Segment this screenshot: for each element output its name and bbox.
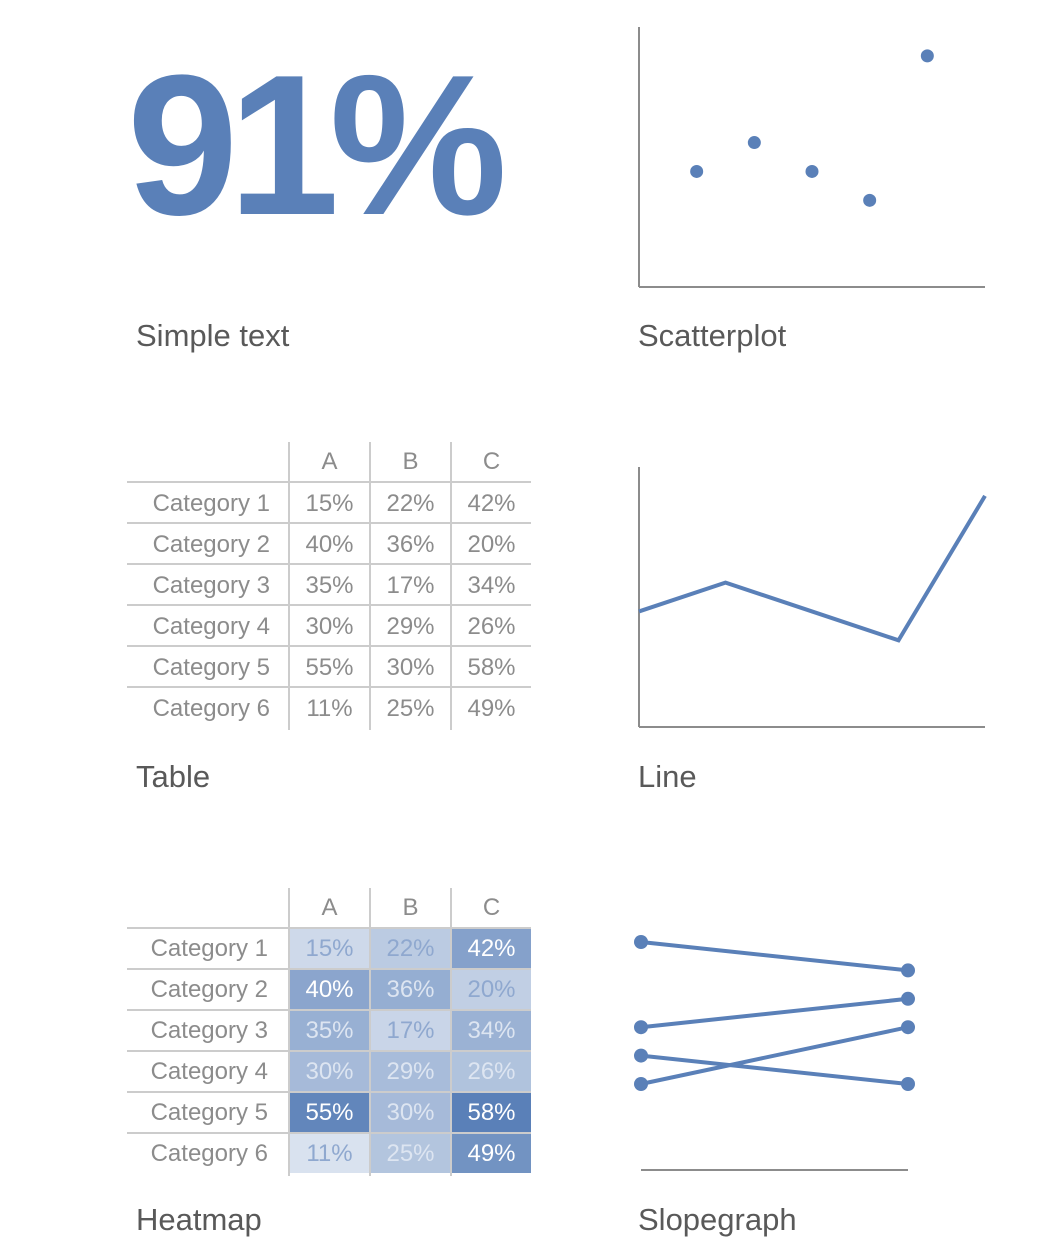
table-header-b: B bbox=[402, 448, 418, 475]
line-series bbox=[638, 494, 987, 643]
table-row-label: Category 4 bbox=[153, 613, 270, 640]
heatmap-value: 40% bbox=[305, 976, 353, 1003]
heatmap-header-c: C bbox=[483, 894, 500, 921]
table-cell: 55% bbox=[305, 654, 353, 681]
table-cell: 40% bbox=[305, 531, 353, 558]
table-cell: 35% bbox=[305, 572, 353, 599]
table-row-label: Category 3 bbox=[153, 572, 270, 599]
table-row-label: Category 5 bbox=[153, 654, 270, 681]
slope-point-right-1 bbox=[901, 963, 915, 978]
slope-point-left-3 bbox=[634, 1048, 648, 1063]
heatmap-value: 29% bbox=[386, 1058, 434, 1085]
table-cell: 42% bbox=[467, 490, 515, 517]
heatmap-value: 49% bbox=[467, 1140, 515, 1167]
heatmap-row-label: Category 4 bbox=[151, 1058, 268, 1085]
table-header-c: C bbox=[483, 448, 500, 475]
slopegraph-chart bbox=[634, 935, 915, 1171]
table-chart: A B C Category 1 15% 22% 42% Category 2 40% 36% 20… bbox=[127, 442, 531, 730]
caption-heatmap: Heatmap bbox=[136, 1202, 262, 1237]
table-header-a: A bbox=[321, 448, 337, 475]
caption-scatterplot: Scatterplot bbox=[638, 318, 787, 353]
slope-line-4 bbox=[640, 1025, 909, 1086]
heatmap-row-label: Category 5 bbox=[151, 1099, 268, 1126]
table-cell: 34% bbox=[467, 572, 515, 599]
slope-line-3 bbox=[640, 1053, 909, 1086]
scatter-point-4 bbox=[863, 193, 877, 207]
table-cell: 30% bbox=[305, 613, 353, 640]
table-cell: 22% bbox=[386, 490, 434, 517]
heatmap-header-a: A bbox=[321, 894, 337, 921]
heatmap-value: 58% bbox=[467, 1099, 515, 1126]
table-cell: 30% bbox=[386, 654, 434, 681]
table-cell: 29% bbox=[386, 613, 434, 640]
caption-line: Line bbox=[638, 759, 697, 794]
big-number: 91% bbox=[127, 34, 507, 257]
heatmap-value: 30% bbox=[305, 1058, 353, 1085]
table-row-label: Category 2 bbox=[153, 531, 270, 558]
slope-point-left-2 bbox=[634, 1020, 648, 1035]
slope-line-1 bbox=[640, 940, 909, 973]
caption-table: Table bbox=[136, 759, 211, 794]
table-cell: 20% bbox=[467, 531, 515, 558]
scatter-point-1 bbox=[690, 164, 704, 178]
scatter-point-5 bbox=[920, 49, 934, 63]
heatmap-value: 30% bbox=[386, 1099, 434, 1126]
heatmap-row-label: Category 6 bbox=[151, 1140, 268, 1167]
scatter-point-3 bbox=[805, 164, 819, 178]
scatterplot-chart bbox=[638, 27, 985, 288]
caption-slopegraph: Slopegraph bbox=[638, 1202, 797, 1237]
heatmap-value: 17% bbox=[386, 1017, 434, 1044]
heatmap-value: 35% bbox=[305, 1017, 353, 1044]
table-cell: 11% bbox=[306, 695, 352, 722]
heatmap-header-b: B bbox=[402, 894, 418, 921]
slope-point-right-2 bbox=[901, 991, 915, 1006]
slope-point-left-1 bbox=[634, 935, 648, 949]
heatmap-value: 20% bbox=[467, 976, 515, 1003]
table-cell: 15% bbox=[305, 490, 353, 517]
heatmap-value: 25% bbox=[386, 1140, 434, 1167]
slope-point-right-3 bbox=[901, 1077, 915, 1091]
slope-point-left-4 bbox=[634, 1077, 648, 1091]
slope-line-2 bbox=[640, 996, 909, 1030]
heatmap-value: 26% bbox=[467, 1058, 515, 1085]
heatmap-value: 34% bbox=[467, 1017, 515, 1044]
heatmap-value: 36% bbox=[386, 976, 434, 1003]
table-cell: 17% bbox=[386, 572, 434, 599]
heatmap-value: 15% bbox=[305, 935, 353, 962]
heatmap-row-label: Category 2 bbox=[151, 976, 268, 1003]
table-cell: 36% bbox=[386, 531, 434, 558]
table-cell: 26% bbox=[467, 613, 515, 640]
table-cell: 49% bbox=[467, 695, 515, 722]
heatmap-value: 42% bbox=[467, 935, 515, 962]
heatmap-row-label: Category 3 bbox=[151, 1017, 268, 1044]
heatmap-row-label: Category 1 bbox=[151, 935, 268, 962]
scatter-point-2 bbox=[747, 136, 761, 150]
table-cell: 25% bbox=[386, 695, 434, 722]
heatmap-value: 22% bbox=[386, 935, 434, 962]
heatmap-value: 55% bbox=[305, 1099, 353, 1126]
line-chart bbox=[638, 467, 987, 728]
heatmap-chart: A B C Category 1 15% 22% 42% Category 2 40% 36% 20… bbox=[127, 888, 531, 1176]
caption-simple-text: Simple text bbox=[136, 318, 290, 353]
slope-point-right-4 bbox=[901, 1020, 915, 1035]
table-row-label: Category 6 bbox=[153, 695, 270, 722]
table-row-label: Category 1 bbox=[153, 490, 270, 517]
table-cell: 58% bbox=[467, 654, 515, 681]
heatmap-value: 11% bbox=[306, 1140, 352, 1167]
